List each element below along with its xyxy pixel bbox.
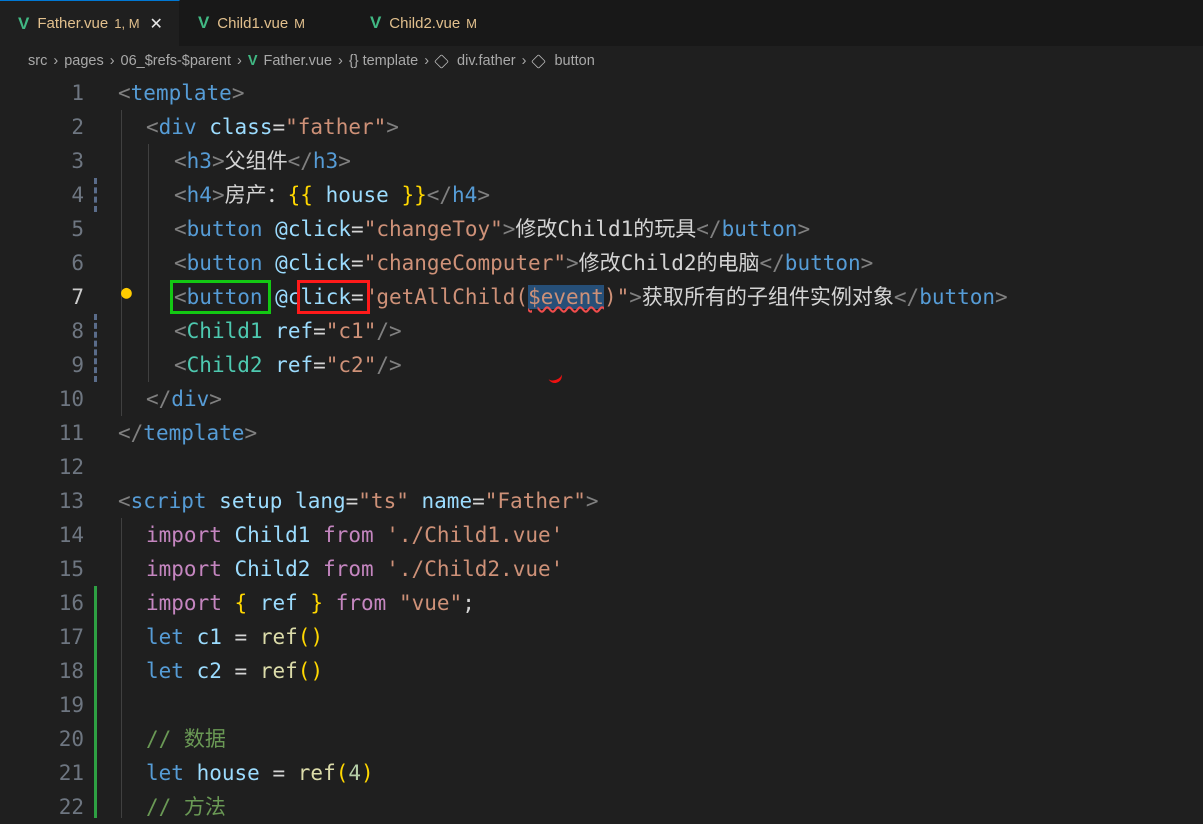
code-comment: // 方法 [146,795,226,819]
tab-child2-vue[interactable]: V Child2.vue M [351,0,517,46]
code-line: 11 </template> [0,416,1203,450]
code-text: </template> [118,421,258,445]
code-text: <button @click="changeToy">修改Child1的玩具</… [174,217,811,241]
line-number: 8 [71,319,84,343]
code-text: <div class="father"> [146,115,399,139]
vue-file-icon: V [247,53,258,69]
code-line: 8 <Child1 ref="c1"/> [0,314,1203,348]
tab-status: M [466,15,478,31]
code-line: 10 </div> [0,382,1203,416]
code-text: <Child1 ref="c1"/> [174,319,402,343]
line-number: 21 [58,761,84,785]
code-line: 12 [0,450,1203,484]
symbol-cube-icon [531,53,547,69]
code-text: <Child2 ref="c2"/> [174,353,402,377]
code-text: let house = ref(4) [146,761,374,785]
code-line: 6 <button @click="changeComputer">修改Chil… [0,246,1203,280]
highlight-box-red [297,280,370,314]
chevron-right-icon: › [53,53,59,69]
breadcrumb-item[interactable]: pages [64,53,104,69]
tab-label: Child2.vue [389,14,461,32]
code-text: import { ref } from "vue"; [146,591,475,615]
line-number: 18 [58,659,84,683]
code-text: </div> [146,387,222,411]
line-number: 3 [71,149,84,173]
code-text: let c1 = ref() [146,625,324,649]
tab-label: Child1.vue [217,14,289,32]
code-line: 22 // 方法 [0,790,1203,824]
line-number: 19 [58,693,84,717]
tab-label: Father.vue [37,15,109,32]
line-number: 13 [58,489,84,513]
line-number: 9 [71,353,84,377]
tab-status: M [294,15,306,31]
breadcrumb-item[interactable]: div.father [457,53,516,69]
vue-file-icon: V [369,13,382,32]
code-text: <template> [118,81,245,105]
line-number: 10 [58,387,84,411]
code-comment: // 数据 [146,727,226,751]
line-number: 14 [58,523,84,547]
code-text: <h4>房产：{{ house }}</h4> [174,183,490,207]
line-number: 2 [71,115,84,139]
tab-father-vue[interactable]: V Father.vue 1, M ✕ [0,0,180,46]
code-line: 18 let c2 = ref() [0,654,1203,688]
breadcrumb-item[interactable]: src [28,53,47,69]
line-number: 11 [58,421,84,445]
line-number: 1 [71,81,84,105]
tab-child1-vue[interactable]: V Child1.vue M [179,0,352,46]
code-line: 15 import Child2 from './Child2.vue' [0,552,1203,586]
code-line: 3 <h3>父组件</h3> [0,144,1203,178]
code-text: <button @click="changeComputer">修改Child2… [174,251,874,275]
highlight-box-green [170,280,271,314]
line-number: 15 [58,557,84,581]
line-number: 20 [58,727,84,751]
breadcrumb-item[interactable]: {} template [349,53,418,69]
code-line: 5 <button @click="changeToy">修改Child1的玩具… [0,212,1203,246]
code-line: 16 import { ref } from "vue"; [0,586,1203,620]
line-number: 4 [71,183,84,207]
line-number: 5 [71,217,84,241]
code-line: 17 let c1 = ref() [0,620,1203,654]
code-text: <script setup lang="ts" name="Father"> [118,489,599,513]
code-text: let c2 = ref() [146,659,324,683]
code-text: import Child1 from './Child1.vue' [146,523,564,547]
code-line: 1 <template> [0,76,1203,110]
breadcrumb: src › pages › 06_$refs-$parent › V Fathe… [0,46,1203,76]
vue-file-icon: V [197,13,210,32]
code-line: 19 [0,688,1203,722]
code-text: import Child2 from './Child2.vue' [146,557,564,581]
chevron-right-icon: › [236,53,242,69]
chevron-right-icon: › [109,53,115,69]
line-number: 17 [58,625,84,649]
tab-status: 1, M [114,16,140,31]
chevron-right-icon: › [521,53,527,69]
close-icon[interactable]: ✕ [150,14,163,34]
line-number: 12 [58,455,84,479]
breadcrumb-item[interactable]: 06_$refs-$parent [121,53,231,69]
code-text: <h3>父组件</h3> [174,149,351,173]
code-line: 20 // 数据 [0,722,1203,756]
line-number: 6 [71,251,84,275]
line-number: 7 [71,285,84,309]
editor-tab-bar: V Father.vue 1, M ✕ V Child1.vue M V Chi… [0,0,1203,46]
code-line: 2 <div class="father"> [0,110,1203,144]
breadcrumb-item[interactable]: button [554,53,594,69]
code-line: 9 <Child2 ref="c2"/> [0,348,1203,382]
code-editor[interactable]: ● 1 <template> 2 <div class="father"> 3 … [0,76,1203,819]
chevron-right-icon: › [338,53,343,69]
code-line: 21 let house = ref(4) [0,756,1203,790]
breadcrumb-item[interactable]: Father.vue [264,53,333,69]
vue-file-icon: V [18,13,30,33]
code-line: 13 <script setup lang="ts" name="Father"… [0,484,1203,518]
code-line: 4 <h4>房产：{{ house }}</h4> [0,178,1203,212]
code-line: 14 import Child1 from './Child1.vue' [0,518,1203,552]
line-number: 22 [58,795,84,819]
line-number: 16 [58,591,84,615]
chevron-right-icon: › [424,53,430,69]
symbol-cube-icon [434,53,449,69]
